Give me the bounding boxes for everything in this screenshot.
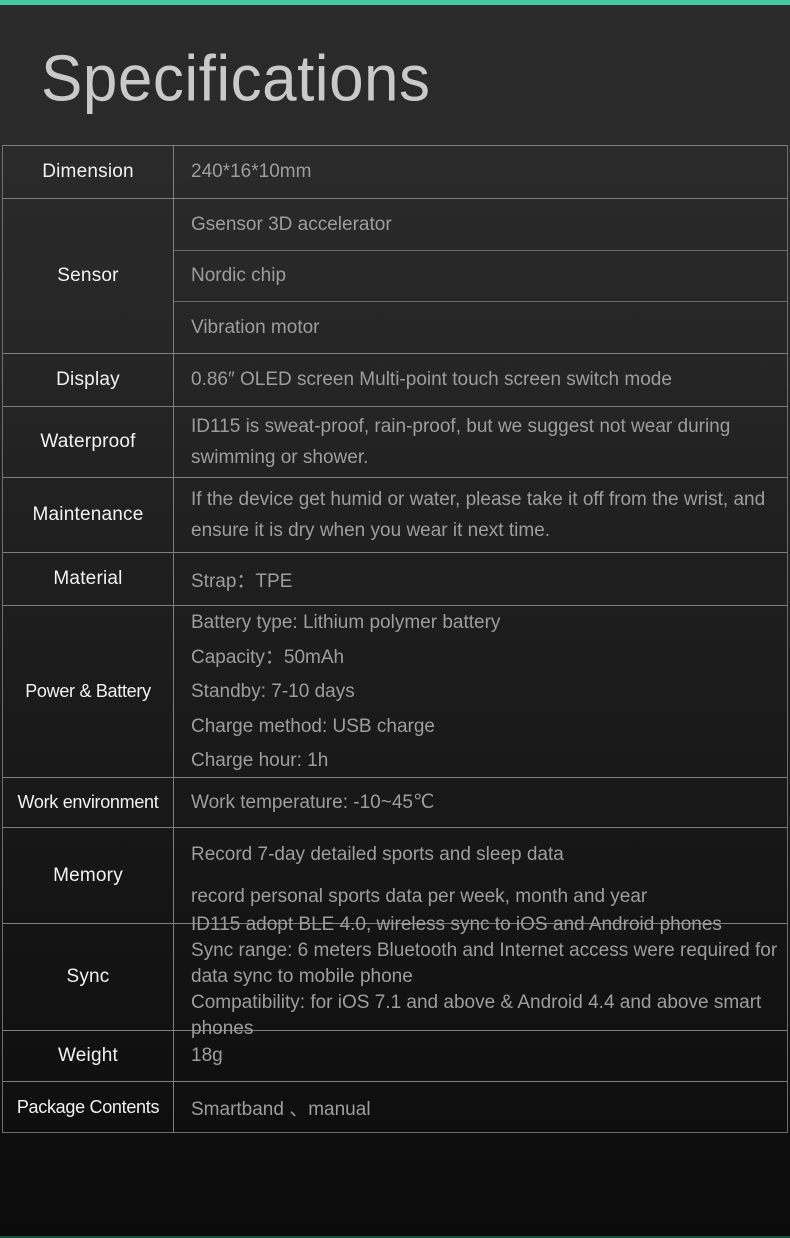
specifications-table: Dimension 240*16*10mm Sensor Gsensor 3D … [2,145,788,1133]
row-label: Weight [3,1031,174,1081]
row-value: ID115 adopt BLE 4.0, wireless sync to iO… [174,914,787,1039]
row-label: Dimension [3,146,174,198]
table-row: Maintenance If the device get humid or w… [3,478,787,553]
table-row: Weight 18g [3,1031,787,1082]
table-row: Dimension 240*16*10mm [3,146,787,199]
row-value: Work temperature: -10~45℃ [174,778,787,827]
row-value: Strap：TPE [174,553,787,605]
value-line: Nordic chip [174,251,787,302]
table-row: Memory Record 7-day detailed sports and … [3,828,787,924]
table-row: Material Strap：TPE [3,553,787,606]
row-label: Material [3,553,174,605]
value-line: 0.86″ OLED screen Multi-point touch scre… [191,369,672,390]
row-value: Smartband 、manual [174,1082,787,1132]
value-line: ID115 adopt BLE 4.0, wireless sync to iO… [191,914,722,935]
row-label: Sensor [3,199,174,353]
row-value: Record 7-day detailed sports and sleep d… [174,828,787,923]
row-value: 240*16*10mm [174,146,787,198]
row-label: Display [3,354,174,406]
value-line: Battery type: Lithium polymer battery [191,612,501,634]
row-value: If the device get humid or water, please… [174,478,787,552]
page-title: Specifications [41,43,431,116]
row-label: Work environment [3,778,174,827]
value-line: Capacity：50mAh [191,646,345,668]
table-row: Power & Battery Battery type: Lithium po… [3,606,787,778]
row-label: Sync [3,924,174,1030]
value-line: Standby: 7-10 days [191,681,355,703]
value-line: Work temperature: -10~45℃ [191,792,435,813]
specifications-page: Specifications Dimension 240*16*10mm Sen… [0,0,790,1238]
value-line: Sync range: 6 meters Bluetooth and Inter… [191,940,783,987]
value-line: ID115 is sweat-proof, rain-proof, but we… [191,416,736,468]
table-row: Package Contents Smartband 、manual [3,1082,787,1133]
row-label: Package Contents [3,1082,174,1132]
value-line: 18g [191,1045,223,1066]
page-header: Specifications [0,5,790,145]
table-row: Sensor Gsensor 3D accelerator Nordic chi… [3,199,787,354]
row-value: Gsensor 3D accelerator Nordic chip Vibra… [174,199,787,353]
value-line: Charge method: USB charge [191,715,435,737]
value-line: Charge hour: 1h [191,750,329,772]
row-label: Power & Battery [3,606,174,777]
value-line: If the device get humid or water, please… [191,489,771,541]
value-line: Vibration motor [191,317,320,338]
table-row: Sync ID115 adopt BLE 4.0, wireless sync … [3,914,787,1039]
value-line: Strap：TPE [191,570,293,592]
value-line: 240*16*10mm [191,161,312,182]
value-line: Gsensor 3D accelerator [174,199,787,251]
row-label: Memory [3,828,174,923]
table-row: Display 0.86″ OLED screen Multi-point to… [3,354,787,407]
row-value: ID115 is sweat-proof, rain-proof, but we… [174,407,787,477]
row-value: 18g [174,1031,787,1081]
row-label: Waterproof [3,407,174,477]
table-row: Work environment Work temperature: -10~4… [3,778,787,828]
value-line: Smartband 、manual [191,1098,371,1120]
table-row: Waterproof ID115 is sweat-proof, rain-pr… [3,407,787,478]
row-value: 0.86″ OLED screen Multi-point touch scre… [174,354,787,406]
value-line: Record 7-day detailed sports and sleep d… [191,843,564,865]
row-label: Maintenance [3,478,174,552]
row-value: Battery type: Lithium polymer battery Ca… [174,606,787,777]
